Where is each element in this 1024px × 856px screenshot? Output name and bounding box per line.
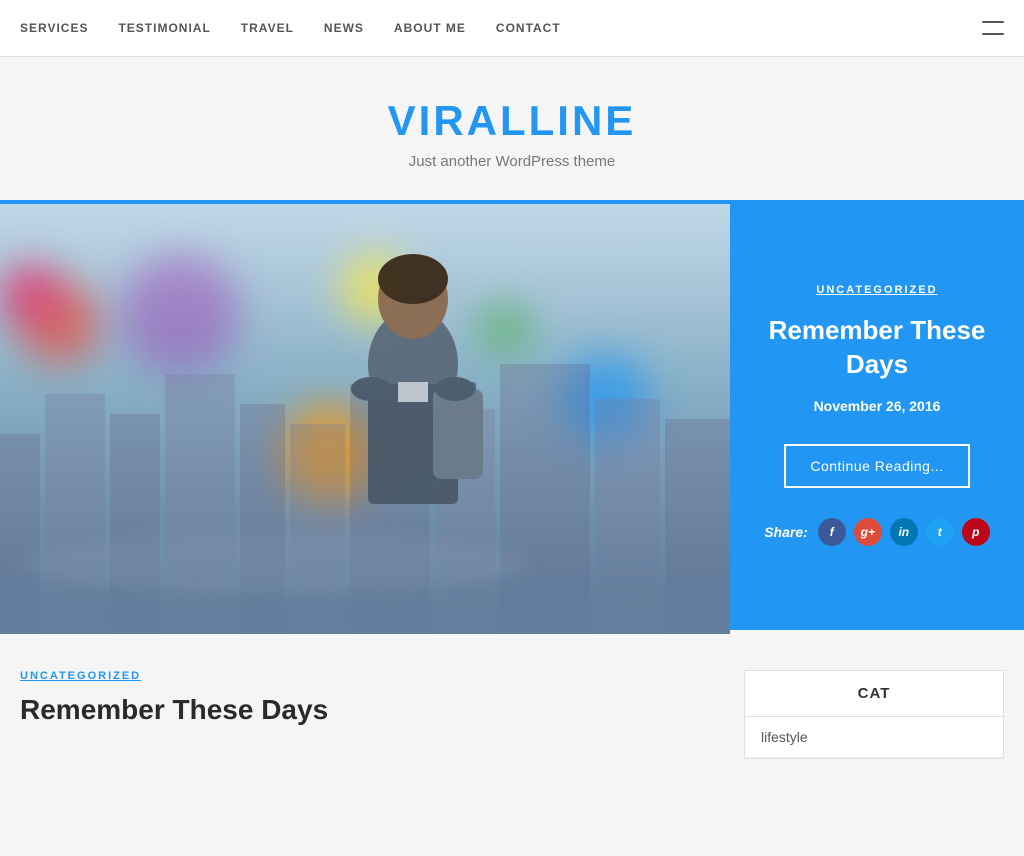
- featured-image[interactable]: [0, 204, 730, 634]
- posts-area: UNCATEGORIZED Remember These Days: [20, 670, 724, 810]
- main-content: UNCATEGORIZED Remember These Days CAT li…: [0, 630, 1024, 830]
- category-lifestyle[interactable]: lifestyle: [745, 717, 1003, 758]
- nav-services[interactable]: SERVICES: [20, 21, 88, 35]
- site-header: VIRALLINE Just another WordPress theme: [0, 57, 1024, 200]
- featured-title: Remember These Days: [760, 314, 994, 382]
- twitter-share-icon[interactable]: t: [926, 518, 954, 546]
- main-nav: SERVICES TESTIMONIAL TRAVEL NEWS ABOUT M…: [0, 0, 1024, 57]
- hamburger-icon[interactable]: [982, 21, 1004, 35]
- share-icons: f g+ in t p: [818, 518, 990, 546]
- post-title: Remember These Days: [20, 692, 724, 728]
- widget-title: CAT: [745, 671, 1003, 717]
- nav-testimonial[interactable]: TESTIMONIAL: [118, 21, 210, 35]
- post-category[interactable]: UNCATEGORIZED: [20, 670, 724, 682]
- post-card: UNCATEGORIZED Remember These Days: [20, 670, 724, 728]
- sidebar: CAT lifestyle: [744, 670, 1004, 810]
- nav-about[interactable]: ABOUT ME: [394, 21, 466, 35]
- googleplus-share-icon[interactable]: g+: [854, 518, 882, 546]
- share-row: Share: f g+ in t p: [764, 518, 990, 546]
- featured-info: UNCATEGORIZED Remember These Days Novemb…: [730, 204, 1024, 626]
- nav-contact[interactable]: CONTACT: [496, 21, 561, 35]
- site-tagline: Just another WordPress theme: [20, 153, 1004, 170]
- facebook-share-icon[interactable]: f: [818, 518, 846, 546]
- featured-date: November 26, 2016: [814, 398, 941, 414]
- categories-widget: CAT lifestyle: [744, 670, 1004, 759]
- nav-news[interactable]: NEWS: [324, 21, 364, 35]
- linkedin-share-icon[interactable]: in: [890, 518, 918, 546]
- continue-reading-button[interactable]: Continue Reading...: [784, 444, 969, 488]
- share-label: Share:: [764, 524, 808, 540]
- featured-banner: UNCATEGORIZED Remember These Days Novemb…: [0, 200, 1024, 630]
- pinterest-share-icon[interactable]: p: [962, 518, 990, 546]
- nav-travel[interactable]: TRAVEL: [241, 21, 294, 35]
- featured-category[interactable]: UNCATEGORIZED: [816, 284, 937, 296]
- site-title: VIRALLINE: [20, 97, 1004, 145]
